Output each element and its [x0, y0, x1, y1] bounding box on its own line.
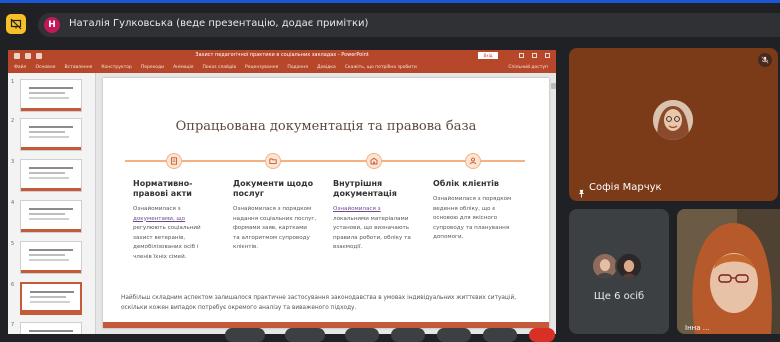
window-controls	[519, 53, 550, 58]
slide-footer-text: Найбільш складним аспектом залишалося пр…	[121, 295, 517, 311]
camera-video-feed	[677, 209, 780, 334]
column-heading: Внутрішня документація	[333, 179, 397, 198]
meeting-control-button[interactable]	[225, 328, 265, 342]
column-heading: Нормативно-правові акти	[133, 179, 193, 198]
tab-insert[interactable]: Вставлення	[65, 65, 93, 70]
ppt-signin-button[interactable]: Вхід	[478, 52, 498, 59]
slide-thumbnail[interactable]	[20, 159, 82, 192]
presenter-avatar: Н	[44, 17, 60, 33]
slide-thumbnail-selected[interactable]	[20, 282, 82, 315]
document-icon	[166, 153, 182, 169]
tab-file[interactable]: Файл	[14, 65, 26, 70]
slide-thumbnail[interactable]	[20, 241, 82, 274]
column-text: Ознайомилася з документами, що регулюють…	[133, 206, 201, 260]
presentation-off-icon[interactable]	[6, 14, 26, 34]
thumb-number: 3	[11, 159, 15, 165]
slide-column-internal-docs: Внутрішня документація Ознайомилася з ло…	[333, 179, 423, 253]
slide-thumbnail[interactable]	[20, 322, 82, 334]
thumb-number: 2	[11, 118, 15, 124]
tab-home[interactable]: Основне	[35, 65, 55, 70]
more-participants-tile[interactable]: Ще 6 осіб	[569, 209, 669, 334]
pin-icon[interactable]	[577, 183, 586, 201]
close-icon[interactable]	[545, 53, 550, 58]
slide-canvas[interactable]: Опрацьована документація та правова база…	[103, 78, 549, 328]
more-participants-label: Ще 6 осіб	[593, 291, 645, 302]
meet-top-bar: Н Наталія Гулковська (веде презентацію, …	[0, 3, 780, 43]
tab-slideshow[interactable]: Показ слайдів	[203, 65, 236, 70]
tab-transitions[interactable]: Переходи	[141, 65, 164, 70]
slide-thumbnail[interactable]	[20, 200, 82, 233]
participant-name: Софія Марчук	[589, 182, 662, 193]
meeting-control-button[interactable]	[345, 328, 379, 342]
tab-help[interactable]: Довідка	[317, 65, 336, 70]
meeting-control-button[interactable]	[285, 328, 325, 342]
meeting-control-button[interactable]	[391, 328, 425, 342]
mic-off-icon	[758, 53, 772, 67]
shared-powerpoint-window: Захист педагогічної практики в соціальни…	[8, 50, 556, 334]
ppt-ribbon-tabs: Файл Основне Вставлення Конструктор Пере…	[8, 62, 556, 73]
slide-bottom-band	[103, 322, 549, 328]
share-button[interactable]: Спільний доступ	[508, 65, 548, 70]
avatar	[653, 100, 693, 140]
participant-name: Інна ...	[685, 324, 710, 332]
thumb-number: 6	[11, 282, 15, 288]
thumb-number: 4	[11, 200, 15, 206]
person-icon	[465, 153, 481, 169]
slide-column-client-records: Облік клієнтів Ознайомилася з порядком в…	[433, 179, 523, 243]
thumb-number: 7	[11, 322, 15, 328]
column-heading: Облік клієнтів	[433, 179, 499, 188]
thumb-number: 1	[11, 79, 15, 85]
minimize-icon[interactable]	[519, 53, 524, 58]
column-text: Ознайомилася з порядком ведення обліку, …	[433, 196, 512, 240]
folder-icon	[265, 153, 281, 169]
slide-thumbnail-pane: 1 2 3 4 5 6 7	[8, 73, 96, 334]
column-text: Ознайомилася з локальними матеріалами ус…	[333, 206, 411, 250]
slide-thumbnail[interactable]	[20, 118, 82, 151]
leave-call-button[interactable]	[529, 328, 555, 342]
slide-thumbnail[interactable]	[20, 79, 82, 112]
slide-title: Опрацьована документація та правова база	[175, 119, 477, 134]
presenter-banner: Н Наталія Гулковська (веде презентацію, …	[38, 13, 780, 37]
column-heading: Документи щодо послуг	[233, 179, 314, 198]
slide-column-service-docs: Документи щодо послуг Ознайомилася з пор…	[233, 179, 323, 253]
maximize-icon[interactable]	[532, 53, 537, 58]
tell-me-search[interactable]: Скажіть, що потрібно зробити	[345, 65, 417, 70]
column-text: Ознайомилася з порядком надання соціальн…	[233, 206, 317, 250]
vertical-scrollbar[interactable]	[551, 83, 556, 89]
tab-animations[interactable]: Анімація	[173, 65, 193, 70]
ppt-workspace: 1 2 3 4 5 6 7 Опрацьована документація т…	[8, 73, 556, 334]
thumb-number: 5	[11, 241, 15, 247]
participant-tile-camera[interactable]: Інна ...	[677, 209, 780, 334]
tab-design[interactable]: Конструктор	[101, 65, 131, 70]
tab-view[interactable]: Подання	[287, 65, 308, 70]
building-icon	[366, 153, 382, 169]
ppt-document-title: Захист педагогічної практики в соціальни…	[195, 52, 369, 58]
tab-review[interactable]: Рецензування	[245, 65, 278, 70]
meeting-control-button[interactable]	[437, 328, 471, 342]
participant-tile-main[interactable]: Софія Марчук	[569, 48, 778, 201]
presenter-status-text: Наталія Гулковська (веде презентацію, до…	[69, 18, 369, 29]
avatar	[615, 252, 643, 280]
slide-column-legal-acts: Нормативно-правові акти Ознайомилася з д…	[133, 179, 223, 262]
ppt-title-bar: Захист педагогічної практики в соціальни…	[8, 50, 556, 62]
meeting-control-button[interactable]	[483, 328, 517, 342]
